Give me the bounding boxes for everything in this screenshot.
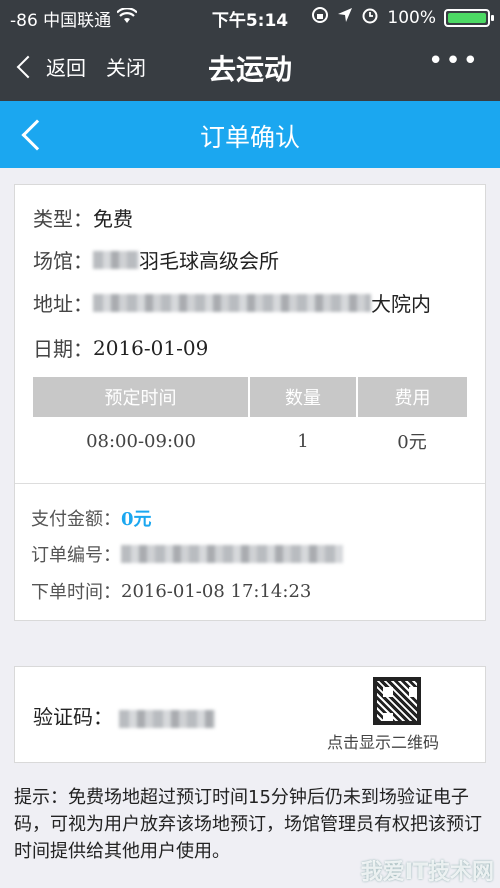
qr-code-icon[interactable] <box>373 677 421 725</box>
redacted-verification-code <box>119 709 216 728</box>
redacted-order-number <box>121 545 343 563</box>
cell-qty: 1 <box>297 430 309 452</box>
page-header: 订单确认 <box>0 101 500 168</box>
verification-code-row: 验证码： <box>33 701 216 730</box>
column-header-fee: 费用 <box>357 377 467 417</box>
type-label: 类型： <box>33 207 93 231</box>
nav-close-button[interactable]: 关闭 <box>106 52 146 81</box>
type-row: 类型： 免费 <box>33 203 133 232</box>
date-value: 2016-01-09 <box>93 335 209 360</box>
type-value: 免费 <box>93 207 133 231</box>
header-back-button[interactable] <box>14 115 54 155</box>
divider <box>15 483 485 484</box>
venue-label: 场馆： <box>33 249 93 273</box>
table-header-row: 预定时间 数量 费用 <box>33 377 467 417</box>
date-label: 日期： <box>33 337 93 361</box>
column-header-time: 预定时间 <box>33 377 250 417</box>
chevron-left-icon <box>16 55 40 78</box>
nav-back-button[interactable]: 返回 <box>16 52 86 81</box>
nav-back-label: 返回 <box>46 56 86 80</box>
order-number-row: 订单编号： <box>31 541 343 567</box>
battery-icon <box>444 8 494 27</box>
venue-row: 场馆： 羽毛球高级会所 <box>33 245 279 274</box>
alarm-icon <box>361 6 379 29</box>
address-row: 地址： 大院内 <box>33 288 431 317</box>
pay-amount-label: 支付金额： <box>31 509 121 530</box>
venue-value: 羽毛球高级会所 <box>139 249 279 273</box>
table-row: 08:00-09:00 1 0元 <box>33 417 467 465</box>
watermark-logo: 我爱IT技术网 <box>360 860 494 885</box>
order-time-row: 下单时间： 2016-01-08 17:14:23 <box>31 578 311 604</box>
pay-amount-value: 0元 <box>121 509 152 530</box>
status-bar: -86 中国联通 下午5:14 100% <box>0 0 500 34</box>
order-details-card: 类型： 免费 场馆： 羽毛球高级会所 地址： 大院内 日期： 2016-01-0… <box>14 184 486 621</box>
address-value: 大院内 <box>371 292 431 316</box>
order-number-label: 订单编号： <box>31 545 121 566</box>
page-title: 订单确认 <box>199 123 300 152</box>
date-row: 日期： 2016-01-09 <box>33 333 208 362</box>
order-time-value: 2016-01-08 17:14:23 <box>121 580 312 602</box>
rotation-lock-icon <box>311 6 329 29</box>
order-time-label: 下单时间： <box>31 582 121 603</box>
cell-time: 08:00-09:00 <box>86 430 196 452</box>
more-menu-button[interactable]: ••• <box>428 46 480 76</box>
booking-table: 预定时间 数量 费用 08:00-09:00 1 0元 <box>33 377 467 465</box>
chevron-left-icon <box>21 119 53 151</box>
battery-percent: 100% <box>387 7 436 28</box>
notice-text: 提示：免费场地超过预订时间15分钟后仍未到场验证电子码，可视为用户放弃该场地预订… <box>14 787 482 862</box>
redacted-venue-prefix <box>93 250 139 269</box>
redacted-address <box>93 293 371 312</box>
top-bar: -86 中国联通 下午5:14 100% 返回 关闭 去运动 ••• <box>0 0 500 101</box>
location-icon <box>337 7 353 28</box>
show-qr-code-button[interactable]: 点击显示二维码 <box>327 729 439 753</box>
column-header-qty: 数量 <box>249 377 358 417</box>
verification-code-label: 验证码： <box>33 705 113 729</box>
cell-fee: 0元 <box>397 432 427 453</box>
wechat-nav-bar: 返回 关闭 去运动 ••• <box>0 34 500 101</box>
address-label: 地址： <box>33 292 93 316</box>
pay-amount-row: 支付金额： 0元 <box>31 505 152 531</box>
verification-card: 验证码： 点击显示二维码 <box>14 666 486 763</box>
